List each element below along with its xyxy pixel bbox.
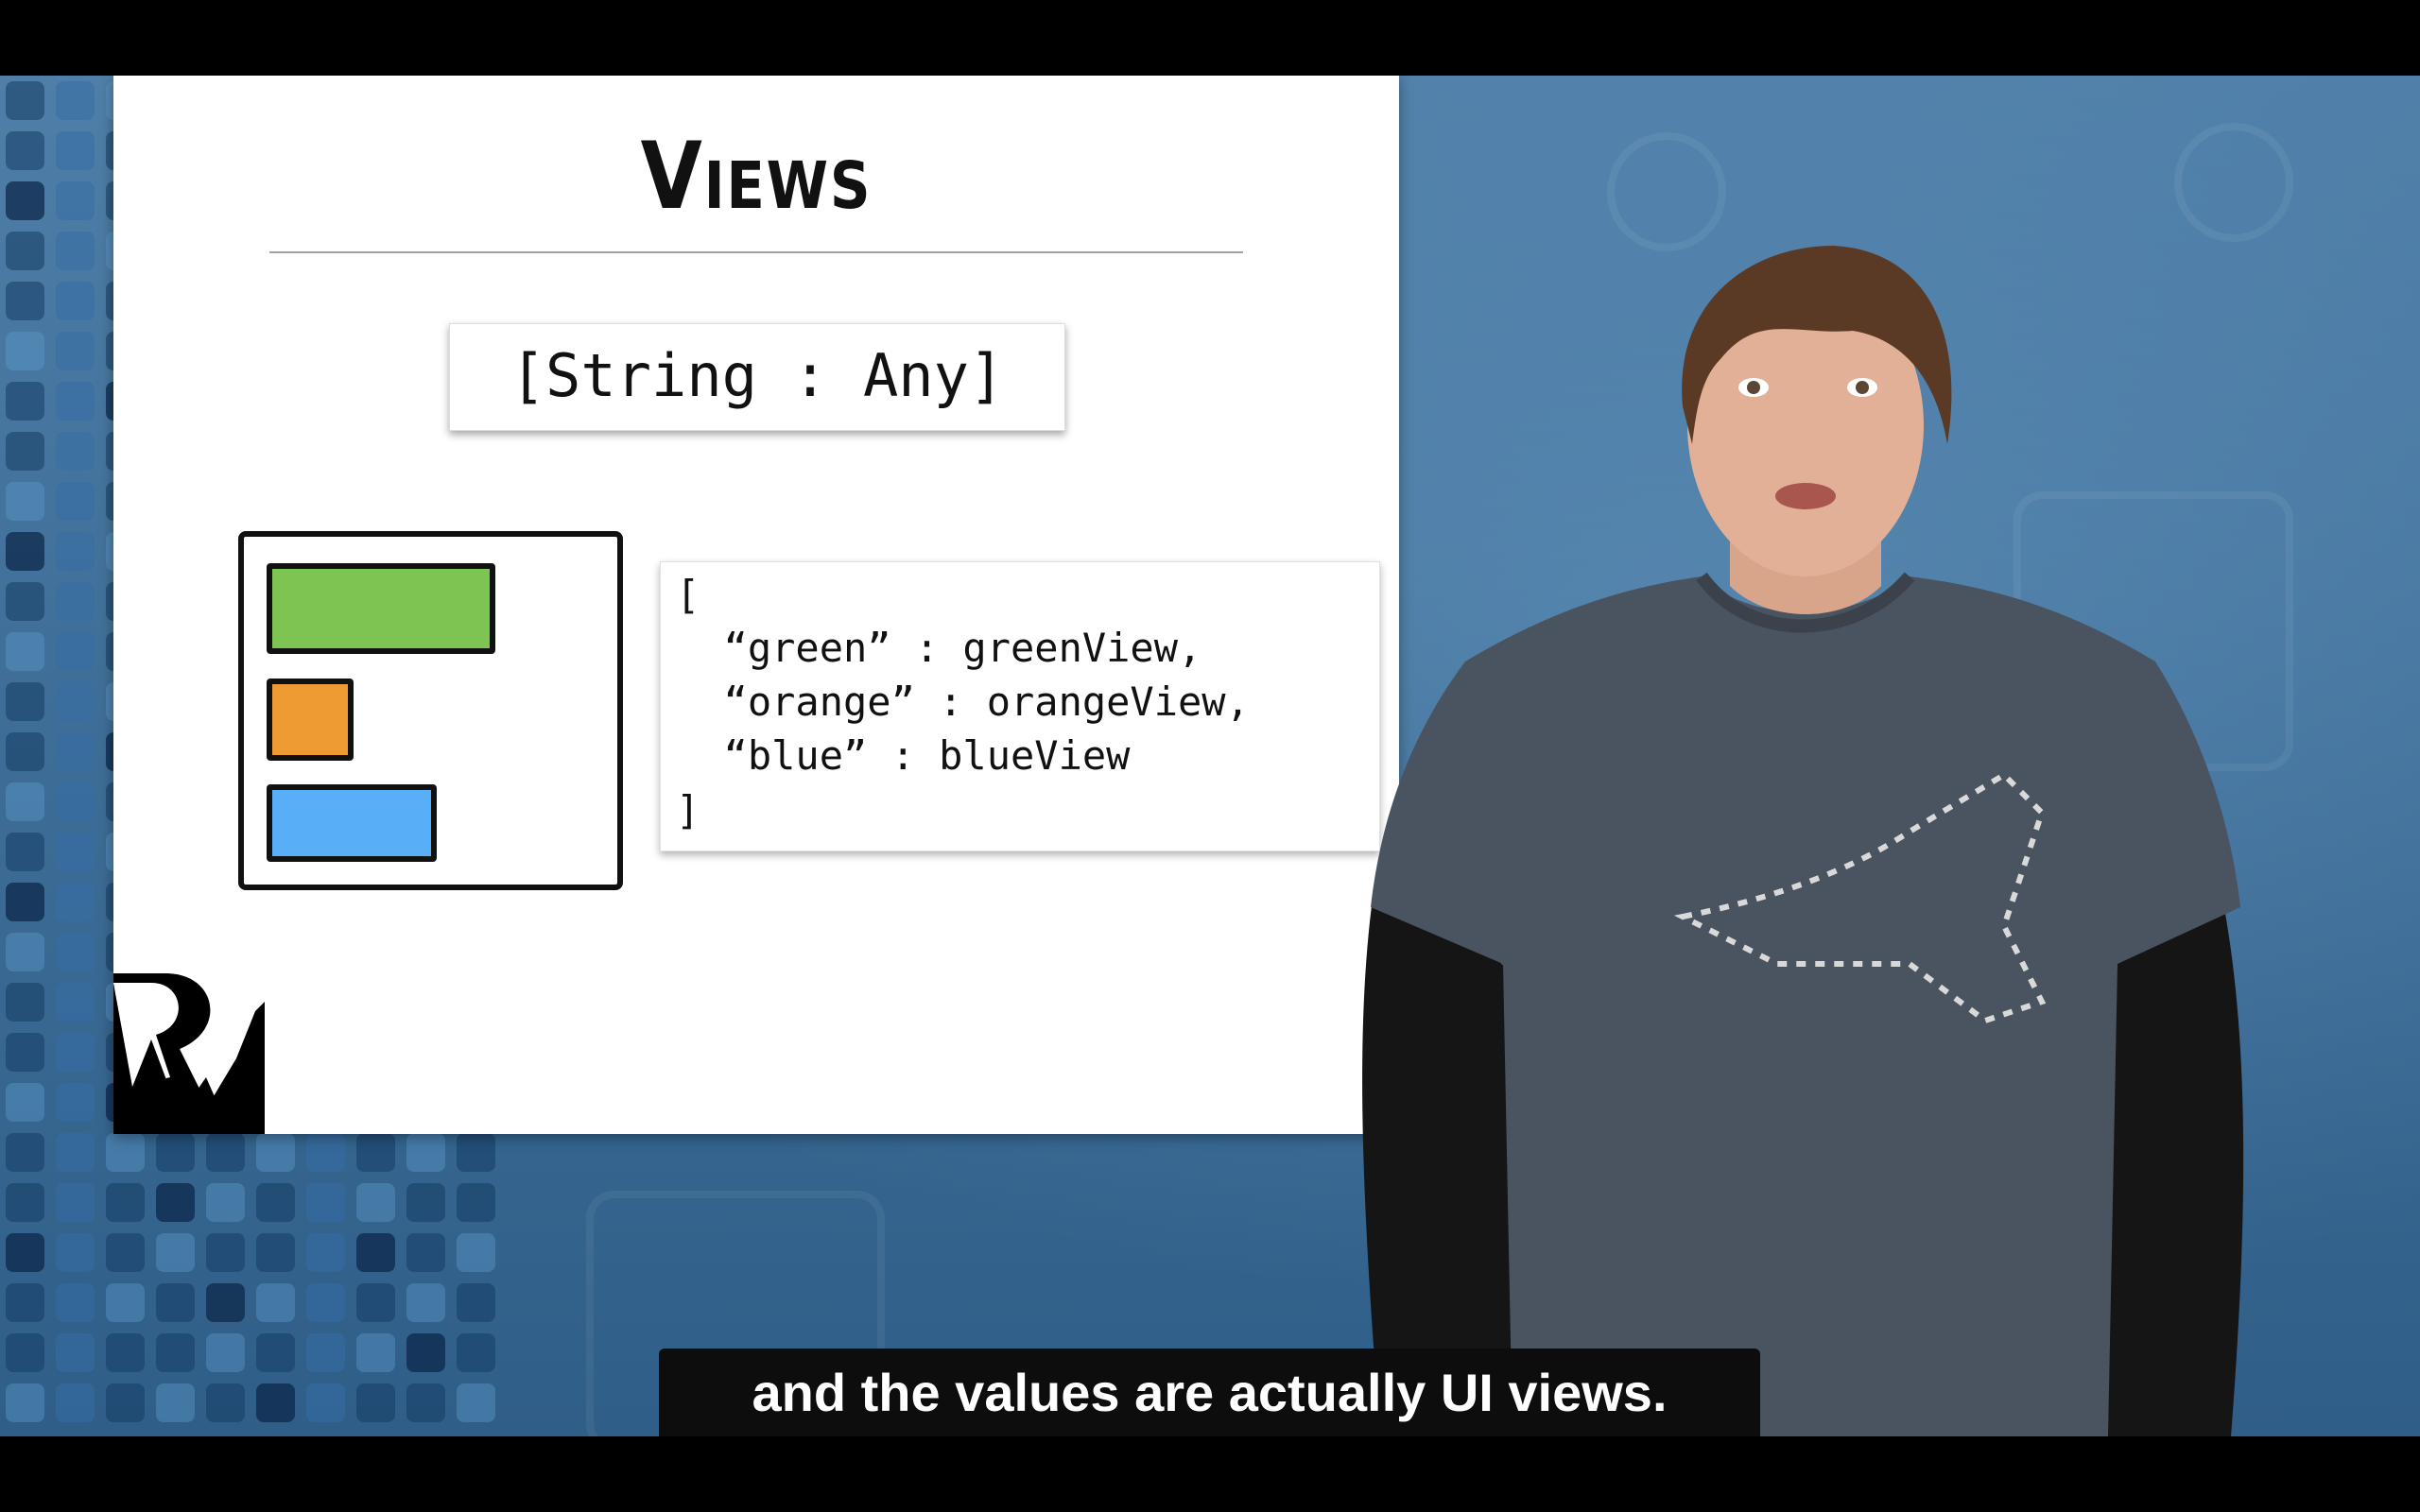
title-divider bbox=[269, 251, 1243, 253]
faint-circle-icon bbox=[2174, 123, 2293, 242]
code-line: “green” : greenView, bbox=[676, 625, 1202, 671]
code-line: “blue” : blueView bbox=[676, 732, 1131, 779]
faint-circle-icon bbox=[1607, 132, 1726, 251]
raywenderlich-logo bbox=[113, 973, 265, 1134]
letterbox-top bbox=[0, 0, 2420, 76]
letterbox-bottom bbox=[0, 1436, 2420, 1512]
subtitle-text: and the values are actually UI views. bbox=[752, 1363, 1668, 1422]
dictionary-code-card: [ “green” : greenView, “orange” : orange… bbox=[660, 561, 1380, 851]
code-line: “orange” : orangeView, bbox=[676, 679, 1250, 725]
code-line: [ bbox=[676, 572, 700, 618]
slide-title: Views bbox=[640, 123, 873, 231]
green-view bbox=[267, 563, 495, 654]
type-signature-text: [String : Any] bbox=[510, 341, 1005, 410]
orange-view bbox=[267, 679, 354, 761]
subtitle-caption: and the values are actually UI views. bbox=[659, 1349, 1760, 1436]
presentation-slide: Views [String : Any] [ “green” : greenVi… bbox=[113, 76, 1399, 1134]
video-frame[interactable]: Views [String : Any] [ “green” : greenVi… bbox=[0, 76, 2420, 1436]
code-line: ] bbox=[676, 787, 700, 833]
superview-illustration bbox=[238, 531, 623, 890]
presenter-video bbox=[1362, 246, 2244, 1436]
type-signature-card: [String : Any] bbox=[449, 323, 1065, 431]
blue-view bbox=[267, 784, 437, 862]
